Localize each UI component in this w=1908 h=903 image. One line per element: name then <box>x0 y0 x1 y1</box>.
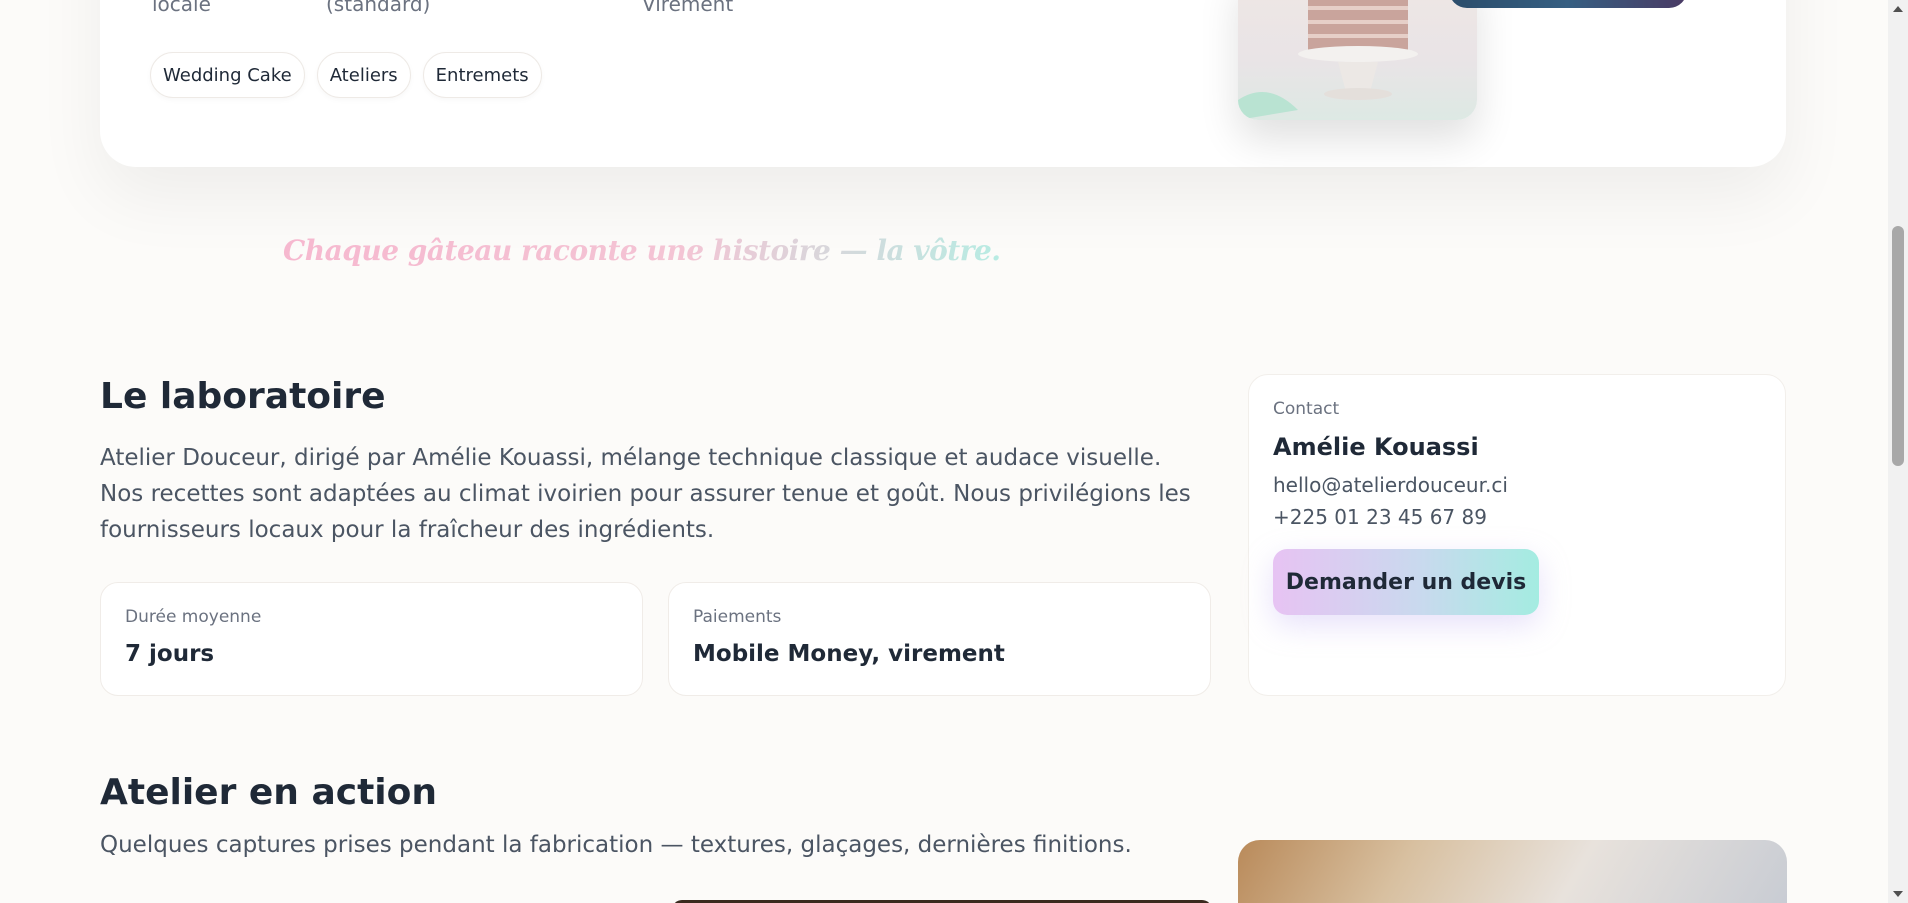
contact-card: Contact Amélie Kouassi hello@atelierdouc… <box>1248 374 1786 696</box>
scroll-down-arrow-icon[interactable] <box>1893 891 1903 897</box>
stat-card-payments: Paiements Mobile Money, virement <box>668 582 1211 696</box>
action-description: Quelques captures prises pendant la fabr… <box>100 832 1132 858</box>
stat-value: Mobile Money, virement <box>693 641 1005 667</box>
dessert-photo <box>1449 0 1687 8</box>
hero-meta-2: (standard) <box>326 0 431 16</box>
request-quote-button[interactable]: Demander un devis <box>1273 549 1539 615</box>
layered-cake-image <box>1238 0 1418 120</box>
stat-card-duration: Durée moyenne 7 jours <box>100 582 643 696</box>
tag-chip[interactable]: Entremets <box>422 52 542 98</box>
hero-meta-1: locale <box>152 0 211 16</box>
dessert-image <box>1449 0 1687 8</box>
stat-value: 7 jours <box>125 641 215 667</box>
vertical-scrollbar[interactable] <box>1888 0 1908 903</box>
contact-phone[interactable]: +225 01 23 45 67 89 <box>1273 505 1761 529</box>
tag-chip[interactable]: Wedding Cake <box>150 52 305 98</box>
stat-label: Paiements <box>693 607 782 627</box>
lab-title: Le laboratoire <box>100 376 386 417</box>
action-title: Atelier en action <box>100 772 437 813</box>
tag-list: Wedding Cake Ateliers Entremets <box>150 52 542 98</box>
cake-photo <box>1238 0 1477 120</box>
tagline: Chaque gâteau raconte une histoire — la … <box>283 234 1001 267</box>
lab-description: Atelier Douceur, dirigé par Amélie Kouas… <box>100 445 1191 543</box>
scroll-up-arrow-icon[interactable] <box>1893 6 1903 12</box>
gallery-photo-cookies <box>1238 840 1787 903</box>
contact-label: Contact <box>1273 399 1340 419</box>
page: locale (standard) Virement Wedding Cake … <box>0 0 1888 903</box>
scroll-thumb[interactable] <box>1892 226 1904 466</box>
contact-email[interactable]: hello@atelierdouceur.ci <box>1273 473 1761 497</box>
hero-meta-3: Virement <box>642 0 734 16</box>
stat-label: Durée moyenne <box>125 607 262 627</box>
hero-card: locale (standard) Virement Wedding Cake … <box>100 0 1786 167</box>
tag-chip[interactable]: Ateliers <box>316 52 411 98</box>
contact-name: Amélie Kouassi <box>1273 433 1479 461</box>
